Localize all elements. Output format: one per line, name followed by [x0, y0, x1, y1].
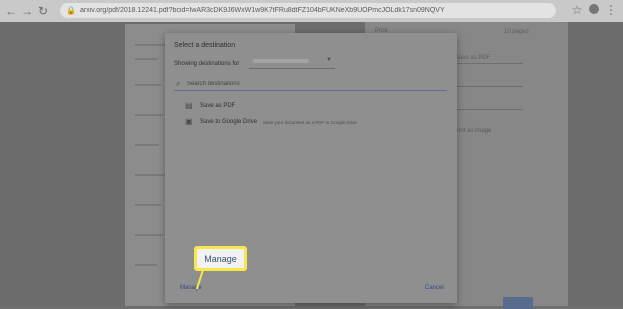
search-icon: ⌕ — [176, 79, 181, 88]
drive-folder-icon: ▣ — [185, 117, 193, 126]
destination-label: Save as PDF — [200, 103, 236, 109]
profile-icon[interactable] — [589, 4, 599, 14]
menu-icon[interactable]: ⋮ — [605, 3, 617, 17]
print-as-image-option: Print as image — [453, 128, 492, 134]
lock-icon: 🔒 — [66, 5, 76, 15]
page-count: 10 pages — [504, 29, 529, 35]
address-bar[interactable]: 🔒 arxiv.org/pdf/2018.12241.pdf?bcid=IwAR… — [60, 3, 556, 18]
document-icon: ▤ — [185, 101, 193, 110]
pages-select-bg — [453, 75, 523, 87]
url-text: arxiv.org/pdf/2018.12241.pdf?bcid=IwAR3c… — [80, 7, 445, 14]
destination-select-bg: Save as PDF — [453, 52, 523, 64]
chevron-down-icon: ▼ — [326, 57, 332, 63]
showing-destinations-label: Showing destinations for — [174, 61, 240, 67]
forward-arrow-icon[interactable]: → — [20, 4, 34, 18]
search-destinations[interactable]: ⌕ — [174, 78, 447, 91]
destination-value-bg: Save as PDF — [455, 55, 491, 61]
back-arrow-icon[interactable]: ← — [4, 4, 18, 18]
callout-label: Manage — [204, 253, 237, 264]
account-select[interactable]: ▼ — [249, 55, 335, 69]
destination-google-drive[interactable]: ▣ Save to Google Drive Save your documen… — [185, 117, 357, 127]
reload-icon[interactable]: ↻ — [36, 4, 50, 18]
browser-toolbar: ← → ↻ 🔒 arxiv.org/pdf/2018.12241.pdf?bci… — [0, 0, 623, 22]
search-input[interactable] — [187, 79, 427, 89]
layout-select-bg — [453, 98, 523, 110]
destination-description: Save your document as a PDF to Google Dr… — [263, 119, 357, 125]
next-button-bg — [503, 297, 533, 309]
manage-callout: Manage — [194, 246, 247, 271]
account-value — [253, 59, 309, 63]
dialog-title: Select a destination — [174, 42, 236, 49]
cancel-button[interactable]: Cancel — [425, 285, 444, 291]
destination-label: Save to Google Drive — [200, 119, 258, 125]
destination-save-as-pdf[interactable]: ▤ Save as PDF — [185, 101, 235, 111]
star-icon[interactable]: ☆ — [571, 3, 583, 17]
